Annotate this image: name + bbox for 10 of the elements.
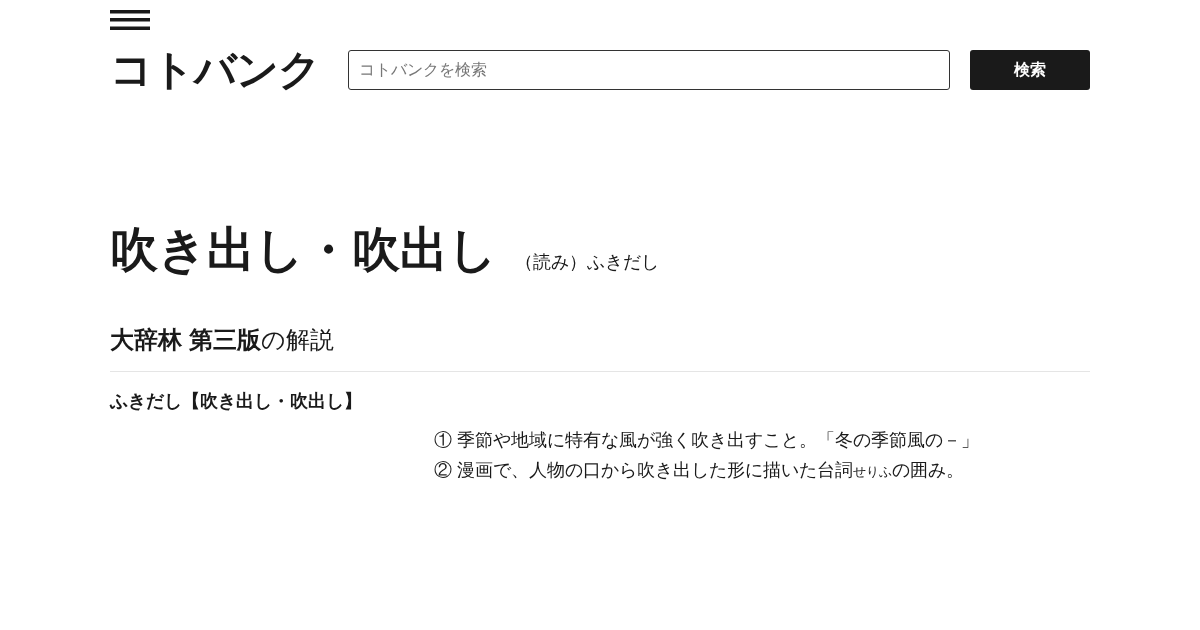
search-field[interactable]: コトバンクを検索 — [348, 50, 950, 90]
definition-text: ① 季節や地域に特有な風が強く吹き出すこと。「冬の季節風の－」 — [434, 429, 980, 452]
headword: ふきだし【吹き出し・吹出し】 — [110, 390, 363, 413]
definition-text: ② 漫画で、人物の口から吹き出した形に描いた台詞せりふの囲み。 — [434, 459, 965, 482]
site-logo[interactable]: コトバンク — [110, 50, 348, 90]
menu-icon[interactable] — [110, 10, 150, 30]
entry-title: 吹き出し・吹出し — [110, 222, 497, 278]
entry-reading: （読み）ふきだし — [515, 251, 659, 274]
search-button[interactable]: 検索 — [970, 50, 1090, 90]
dictionary-heading: 大辞林 第三版の解説 — [110, 325, 335, 355]
